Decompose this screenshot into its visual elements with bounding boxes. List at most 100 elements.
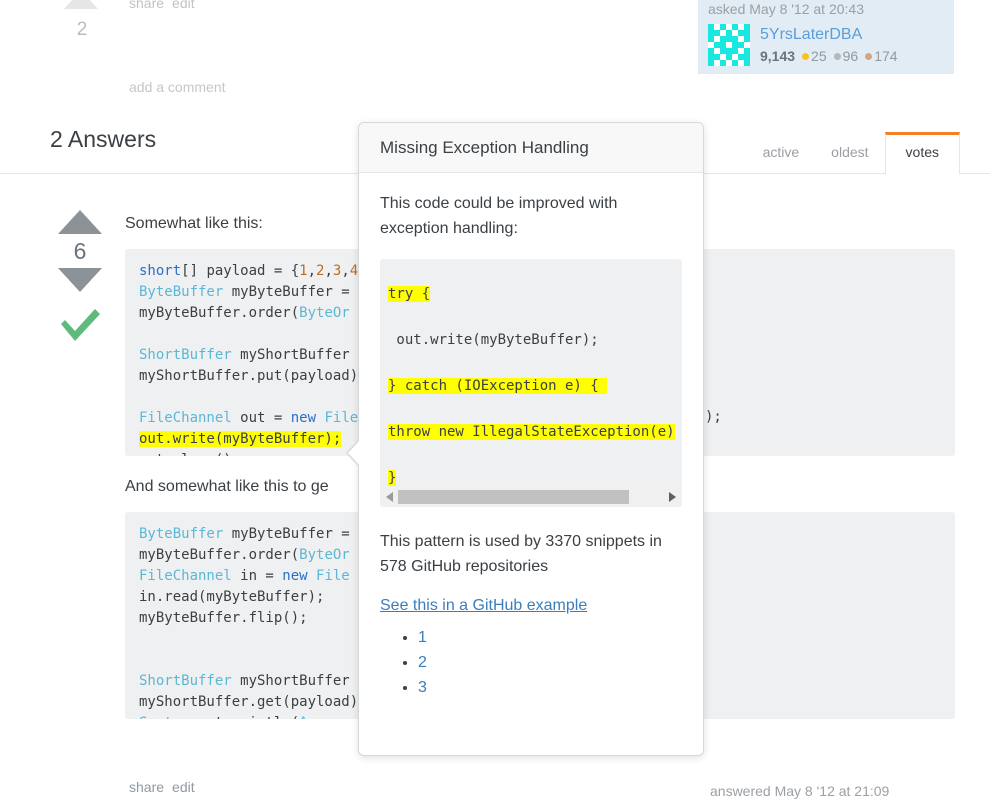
question-action-links: share edit: [129, 0, 203, 11]
accepted-answer-icon[interactable]: [50, 306, 110, 349]
question-share-link[interactable]: share: [129, 0, 164, 11]
code-token: myShortBuffer: [231, 347, 350, 363]
question-edit-link[interactable]: edit: [172, 0, 195, 11]
code-token: [] payload = {: [181, 263, 300, 279]
popup-pointer-inner: [348, 439, 361, 467]
github-example-link[interactable]: See this in a GitHub example: [380, 597, 682, 615]
popup-code-highlight: try {: [388, 286, 431, 302]
answer-vote-cell: 6: [50, 210, 110, 349]
code-token: new: [290, 410, 317, 426]
code-token: ,: [341, 263, 350, 279]
missing-exception-handling-popup: Missing Exception Handling This code cou…: [346, 122, 704, 756]
identicon-icon: [708, 24, 750, 66]
answer-vote-count: 6: [73, 238, 87, 264]
code-token: myShortBuffer: [231, 673, 350, 689]
code-token: myByteBuffer.order(: [139, 547, 300, 563]
code-token: Arrays: [299, 715, 350, 719]
list-item: 3: [418, 675, 682, 700]
asker-stats: 9,143 25 96 174: [760, 46, 898, 66]
code-token: 4: [349, 263, 359, 279]
code-token: myByteBuffer.flip();: [139, 610, 308, 626]
gold-badge-count: 25: [811, 48, 827, 64]
code-token: ByteOr: [299, 547, 350, 563]
bronze-badge-count: 174: [874, 48, 898, 64]
popup-example-list: 1 2 3: [380, 625, 682, 700]
code-token: myByteBuffer =: [223, 526, 359, 542]
popup-code-hscrollbar[interactable]: [380, 487, 682, 507]
code-token: .out.println(: [190, 715, 300, 719]
code-token: out =: [231, 410, 291, 426]
code-token: FileChannel: [139, 568, 232, 584]
answer-edit-link[interactable]: edit: [172, 779, 195, 795]
code-token: myByteBuffer.order(: [139, 305, 300, 321]
tab-oldest[interactable]: oldest: [815, 133, 884, 174]
asker-row: 5YrsLaterDBA 9,143 25 96 174: [708, 24, 946, 66]
upvote-icon[interactable]: [58, 210, 102, 234]
list-item: 2: [418, 650, 682, 675]
code-token: ,: [324, 263, 333, 279]
popup-body: This code could be improved with excepti…: [359, 173, 703, 700]
code-token: in =: [231, 568, 283, 584]
avatar[interactable]: [708, 24, 750, 66]
answer-action-links: share edit: [129, 779, 203, 795]
popup-code-token: out.write(myByteBuffer);: [388, 332, 599, 348]
asked-timestamp: asked May 8 '12 at 20:43: [708, 1, 864, 17]
asker-info: 5YrsLaterDBA 9,143 25 96 174: [760, 24, 898, 66]
code-token: myShortBuffer.put(payload): [139, 368, 359, 384]
answers-count-title: 2 Answers: [50, 126, 157, 152]
code-token: FileChannel: [139, 410, 232, 426]
tab-votes[interactable]: votes: [884, 132, 960, 175]
example-link[interactable]: 3: [418, 679, 427, 696]
example-link[interactable]: 1: [418, 629, 427, 646]
question-upvote-icon[interactable]: [64, 0, 98, 9]
code-token: myByteBuffer =: [223, 284, 359, 300]
answer-sort-tabs: active oldest votes: [747, 132, 960, 175]
list-item: 1: [418, 625, 682, 650]
popup-description: This code could be improved with excepti…: [380, 195, 618, 237]
popup-title: Missing Exception Handling: [380, 137, 589, 157]
tab-active[interactable]: active: [747, 133, 816, 174]
silver-badge-count: 96: [842, 48, 859, 64]
code-token: ,: [307, 263, 317, 279]
code-token: File: [307, 568, 350, 584]
asker-name-link[interactable]: 5YrsLaterDBA: [760, 25, 898, 45]
code-token: out.close();: [139, 452, 240, 456]
asker-card: asked May 8 '12 at 20:43 5YrsLaterDBA 9,…: [698, 0, 954, 74]
code-token: myShortBuffer.get(payload): [139, 694, 359, 710]
reputation-score: 9,143: [760, 48, 796, 64]
code-highlight: out.write(myByteBuffer);: [139, 431, 342, 447]
popup-code-line: }: [388, 455, 682, 487]
code-token: 1: [299, 263, 308, 279]
code-token: File: [316, 410, 359, 426]
popup-code-highlight: }: [388, 470, 397, 486]
answer-share-link[interactable]: share: [129, 779, 164, 795]
popup-code-line: } catch (IOException e) {: [388, 363, 682, 409]
code-token: ByteBuffer: [139, 526, 224, 542]
question-score: 2: [76, 19, 88, 40]
code-token: ByteBuffer: [139, 284, 224, 300]
popup-code-highlight: throw new IllegalStateException(e): [388, 424, 675, 440]
popup-code-block[interactable]: try { out.write(myByteBuffer); } catch (I…: [380, 271, 682, 487]
add-comment-link[interactable]: add a comment: [129, 79, 226, 95]
scrollbar-thumb[interactable]: [398, 490, 630, 504]
code-token: ByteOr: [299, 305, 350, 321]
downvote-icon[interactable]: [58, 268, 102, 292]
scrollbar-track[interactable]: [398, 490, 664, 504]
code-token: short: [139, 263, 182, 279]
popup-usage-stats: This pattern is used by 3370 snippets in…: [380, 533, 662, 575]
code-block-1-overflow-text: );: [705, 409, 722, 425]
popup-code-line: try {: [388, 271, 682, 317]
silver-badge-icon: [833, 52, 841, 60]
code-token: ShortBuffer: [139, 673, 232, 689]
scroll-right-arrow-icon[interactable]: [669, 492, 676, 502]
checkmark-icon: [61, 309, 100, 341]
popup-code-container: try { out.write(myByteBuffer); } catch (I…: [380, 259, 682, 507]
page-root: 2 share edit add a comment asked May 8 '1…: [0, 0, 990, 808]
answered-timestamp: answered May 8 '12 at 21:09: [710, 783, 890, 799]
code-token: System: [139, 715, 190, 719]
scroll-left-arrow-icon[interactable]: [386, 492, 393, 502]
bronze-badge-icon: [865, 52, 873, 60]
popup-code-highlight: } catch (IOException e) {: [388, 378, 608, 394]
example-link[interactable]: 2: [418, 654, 427, 671]
popup-code-line: out.write(myByteBuffer);: [388, 317, 682, 363]
